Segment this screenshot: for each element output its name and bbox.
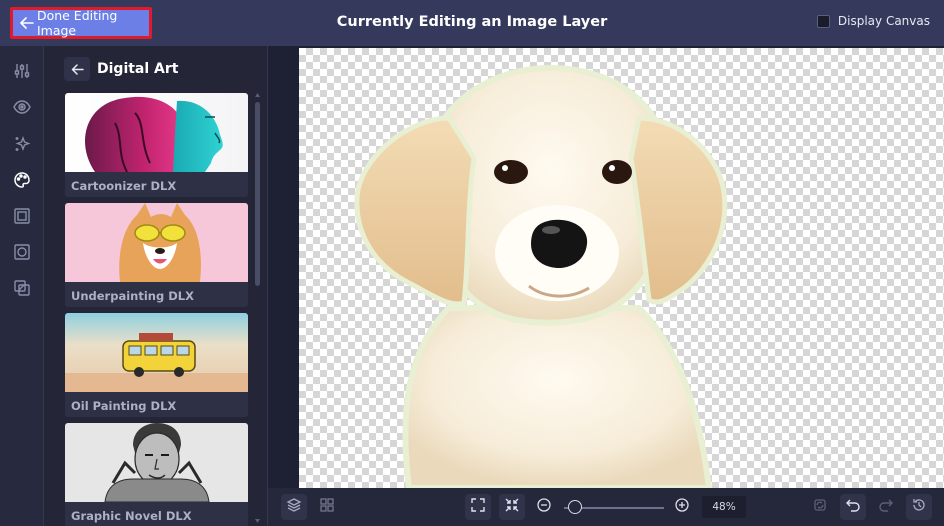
frame-focus-icon[interactable]: [11, 241, 33, 263]
effect-card-label: Oil Painting DLX: [71, 399, 177, 413]
display-canvas-checkbox[interactable]: [816, 14, 830, 28]
done-editing-label: Done Editing Image: [36, 8, 118, 38]
grid-button[interactable]: [314, 494, 340, 520]
effects-panel: Digital Art Cartoonizer DLX Underpaintin…: [44, 46, 268, 526]
bottom-toolbar: 48%: [268, 488, 944, 526]
scroll-up-icon[interactable]: [254, 92, 261, 98]
effect-card-underpainting[interactable]: Underpainting DLX: [65, 203, 248, 307]
fit-to-screen-button[interactable]: [465, 494, 491, 520]
app-window: Done Editing Image Currently Editing an …: [0, 0, 944, 526]
effect-thumbnail: [65, 313, 248, 392]
panel-title: Digital Art: [97, 61, 179, 77]
display-canvas-label: Display Canvas: [837, 14, 930, 28]
display-canvas-toggle[interactable]: Display Canvas: [816, 14, 930, 28]
layers-overlap-icon[interactable]: [11, 277, 33, 299]
panel-scrollbar[interactable]: [254, 90, 261, 526]
effect-thumbnail: [65, 93, 248, 172]
actual-size-button[interactable]: [499, 494, 525, 520]
effect-card-cartoonizer[interactable]: Cartoonizer DLX: [65, 93, 248, 197]
redo-button[interactable]: [873, 494, 899, 520]
arrow-left-icon: [17, 17, 37, 29]
image-layer[interactable]: [299, 48, 944, 488]
zoom-out-button[interactable]: [531, 494, 557, 520]
refresh-icon: [812, 497, 828, 517]
panel-header: Digital Art: [64, 57, 178, 81]
history-icon: [911, 497, 927, 517]
puppy-illustration: [354, 64, 728, 488]
history-button[interactable]: [906, 494, 932, 520]
arrow-left-icon: [71, 60, 84, 79]
effect-thumbnail: [65, 203, 248, 282]
effect-card-graphic-novel[interactable]: Graphic Novel DLX: [65, 423, 248, 526]
frame-icon[interactable]: [11, 205, 33, 227]
done-editing-button[interactable]: Done Editing Image: [10, 7, 152, 39]
effect-card-oil-painting[interactable]: Oil Painting DLX: [65, 313, 248, 417]
layers-icon: [286, 497, 302, 517]
tool-rail: [0, 46, 44, 526]
flip-button[interactable]: [807, 494, 833, 520]
effect-card-label: Graphic Novel DLX: [71, 509, 192, 523]
undo-icon: [845, 497, 861, 517]
sliders-icon[interactable]: [11, 60, 33, 82]
grid-icon: [319, 497, 335, 517]
scroll-thumb[interactable]: [255, 102, 260, 286]
eye-icon[interactable]: [11, 96, 33, 118]
panel-back-button[interactable]: [64, 57, 90, 81]
scroll-down-icon[interactable]: [254, 518, 261, 524]
palette-icon[interactable]: [11, 169, 33, 191]
top-bar: Done Editing Image Currently Editing an …: [0, 0, 944, 46]
expand-corners-icon: [470, 497, 486, 517]
zoom-in-button[interactable]: [669, 494, 695, 520]
minus-circle-icon: [536, 497, 552, 517]
effect-card-label: Cartoonizer DLX: [71, 179, 177, 193]
collapse-arrows-icon: [504, 497, 520, 517]
plus-circle-icon: [674, 497, 690, 517]
canvas-area: [268, 46, 944, 488]
effect-thumbnail: [65, 423, 248, 502]
layers-button[interactable]: [281, 494, 307, 520]
effect-card-label: Underpainting DLX: [71, 289, 194, 303]
undo-button[interactable]: [840, 494, 866, 520]
redo-icon: [878, 497, 894, 517]
sparkles-icon[interactable]: [11, 133, 33, 155]
zoom-slider-handle[interactable]: [568, 500, 582, 514]
zoom-level[interactable]: 48%: [702, 496, 746, 518]
